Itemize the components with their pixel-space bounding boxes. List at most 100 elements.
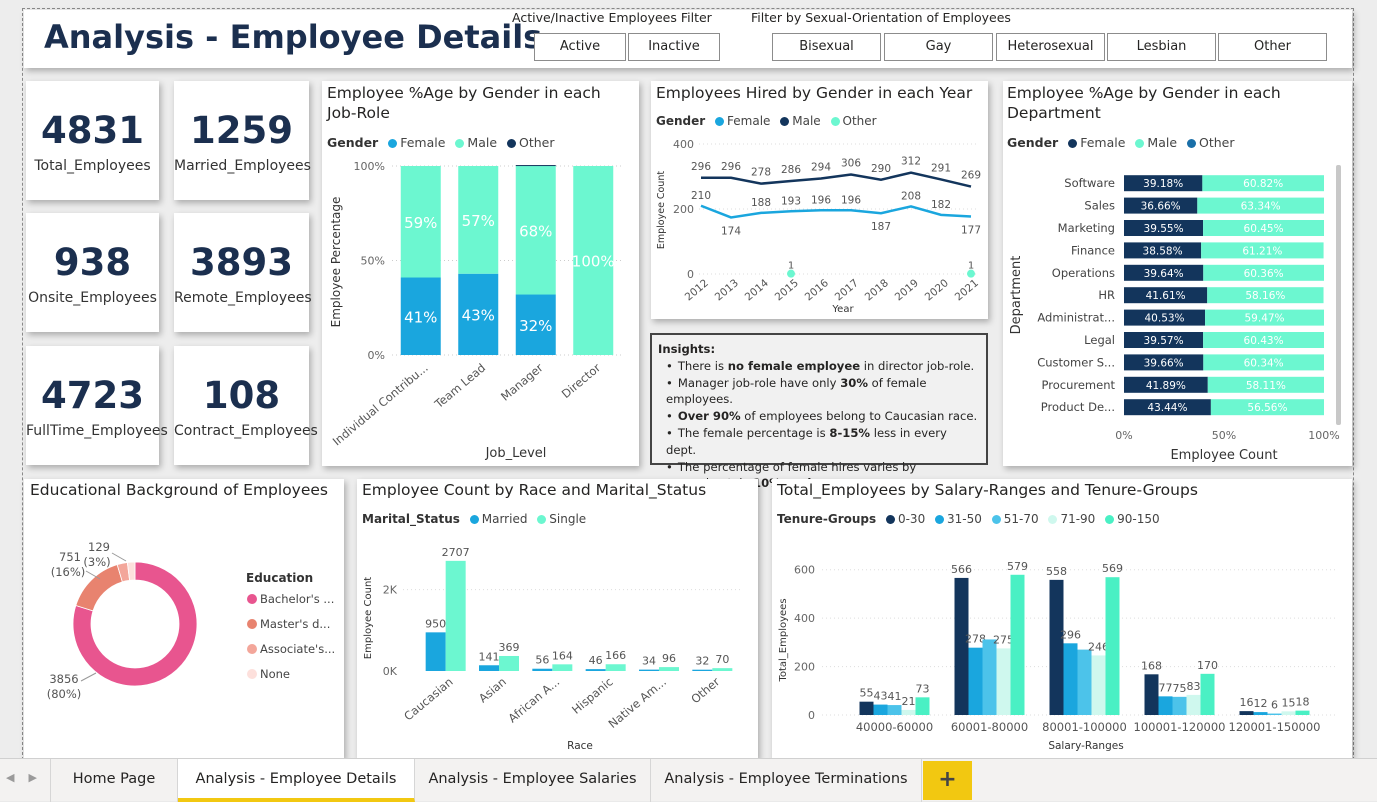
- legend-t3[interactable]: 71-90: [1060, 512, 1095, 526]
- insight-item: Over 90% of employees belong to Caucasia…: [666, 408, 980, 425]
- insight-item: Manager job-role have only 30% of female…: [666, 375, 980, 409]
- data-label: 39.57%: [1144, 335, 1184, 347]
- data-label: 43: [874, 690, 888, 703]
- tab-employee-details[interactable]: Analysis - Employee Details: [178, 759, 415, 802]
- data-label: 32: [695, 655, 709, 668]
- bar-single: [499, 655, 519, 671]
- data-label: 12: [1254, 697, 1268, 710]
- dept-chart-title: Employee %Age by Gender in each Departme…: [1007, 84, 1281, 122]
- bar-married: [532, 668, 553, 671]
- legend-single[interactable]: Single: [549, 512, 586, 526]
- bar-tenure: [859, 701, 874, 715]
- tab-scroll-arrows-icon[interactable]: ◀▶: [6, 771, 51, 784]
- legend-t0[interactable]: 0-30: [898, 512, 925, 526]
- data-label: 70: [715, 653, 729, 666]
- data-label: 39.55%: [1144, 223, 1184, 235]
- data-label: 57%: [462, 212, 495, 230]
- legend-male[interactable]: Male: [792, 114, 820, 128]
- bar-tenure: [1267, 713, 1282, 715]
- filter-heterosexual-button[interactable]: Heterosexual: [996, 33, 1105, 61]
- data-label: 269: [961, 170, 981, 182]
- filter-other-button[interactable]: Other: [1218, 33, 1327, 61]
- filter-gay-button[interactable]: Gay: [884, 33, 993, 61]
- legend-title: Gender: [656, 114, 706, 128]
- legend-t4[interactable]: 90-150: [1117, 512, 1160, 526]
- legend-female[interactable]: Female: [400, 135, 445, 150]
- legend-female[interactable]: Female: [727, 114, 770, 128]
- legend-dot-other: [1187, 139, 1196, 148]
- bar-tenure: [954, 577, 969, 715]
- bar-tenure: [1049, 579, 1064, 715]
- legend-married[interactable]: Married: [482, 512, 528, 526]
- tab-employee-salaries[interactable]: Analysis - Employee Salaries: [415, 759, 651, 802]
- legend-male[interactable]: Male: [467, 135, 497, 150]
- data-label: 296: [1060, 628, 1081, 641]
- y-tick-label: 0K: [383, 665, 398, 678]
- legend-title: Gender: [327, 135, 379, 150]
- jobrole-chart: 100% 50% 0% Employee Percentage Job_Level 41%…: [329, 160, 622, 461]
- data-label: 174: [721, 225, 741, 237]
- jobrole-chart-title: Employee %Age by Gender in each Job-Role: [327, 84, 601, 122]
- legend-other[interactable]: Other: [1199, 135, 1235, 150]
- data-label: 6: [1271, 699, 1278, 712]
- slice-label: (80%): [47, 687, 82, 701]
- legend-item: Master's d...: [260, 617, 330, 631]
- legend-dot-t4: [1105, 515, 1115, 524]
- legend-dot-single: [537, 515, 547, 524]
- x-tick-label: 0%: [1115, 429, 1132, 442]
- filter-lesbian-button[interactable]: Lesbian: [1107, 33, 1216, 61]
- data-label: 566: [951, 563, 972, 576]
- legend-dot: [247, 619, 257, 629]
- legend-dot-male: [1135, 139, 1145, 148]
- data-label: 164: [552, 649, 573, 662]
- filter-bisexual-button[interactable]: Bisexual: [772, 33, 881, 61]
- legend-other[interactable]: Other: [519, 135, 555, 150]
- y-tick-label: Product De...: [1041, 400, 1115, 414]
- kpi-fulltime-employees: 4723 FullTime_Employees: [26, 346, 168, 465]
- data-label: 58.16%: [1245, 290, 1285, 302]
- legend-title: Education: [246, 571, 313, 585]
- data-label: 2707: [442, 546, 470, 559]
- legend-t2[interactable]: 51-70: [1004, 512, 1039, 526]
- filter-inactive-button[interactable]: Inactive: [628, 33, 720, 61]
- bar-married: [425, 632, 446, 671]
- data-label: 39.64%: [1144, 268, 1184, 280]
- bar-single: [605, 664, 626, 671]
- data-label: 60.36%: [1244, 268, 1284, 280]
- bar-married: [692, 669, 713, 671]
- plus-icon[interactable]: +: [923, 761, 972, 800]
- data-label: 182: [931, 199, 951, 211]
- data-label: 39.66%: [1144, 357, 1184, 369]
- data-label: 40.53%: [1145, 313, 1185, 325]
- legend-t1[interactable]: 31-50: [947, 512, 982, 526]
- data-label: 210: [691, 190, 711, 202]
- x-tick-label: 100%: [1308, 429, 1339, 442]
- x-tick-label: Asian: [476, 675, 509, 706]
- filter-active-button[interactable]: Active: [534, 33, 626, 61]
- x-tick-label: 2012: [683, 277, 711, 303]
- data-label: 166: [605, 649, 626, 662]
- y-axis-title: Department: [1009, 256, 1024, 335]
- bar-married: [639, 669, 659, 671]
- data-label: 60.34%: [1244, 357, 1284, 369]
- y-tick-label: Marketing: [1058, 221, 1115, 235]
- data-label: 55: [860, 687, 874, 700]
- bar-tenure: [1091, 655, 1106, 715]
- y-tick-label: 100%: [354, 160, 385, 173]
- tab-employee-terminations[interactable]: Analysis - Employee Terminations: [651, 759, 922, 802]
- legend-male[interactable]: Male: [1147, 135, 1177, 150]
- leader-line: [80, 672, 97, 682]
- y-tick-label: Sales: [1084, 199, 1115, 213]
- kpi-value: 4723: [41, 374, 144, 417]
- data-label: 1: [788, 261, 794, 272]
- slice-label: 129: [88, 540, 110, 554]
- legend-other[interactable]: Other: [843, 114, 877, 128]
- data-label: 63.34%: [1241, 201, 1281, 213]
- x-tick-label: 60001-80000: [951, 720, 1028, 734]
- tab-home-page[interactable]: Home Page: [50, 759, 178, 802]
- data-label: 177: [961, 224, 981, 236]
- page-title: Analysis - Employee Details: [44, 18, 543, 56]
- y-tick-label: 0: [687, 268, 694, 281]
- legend-female[interactable]: Female: [1080, 135, 1125, 150]
- kpi-label: Contract_Employees: [174, 423, 318, 439]
